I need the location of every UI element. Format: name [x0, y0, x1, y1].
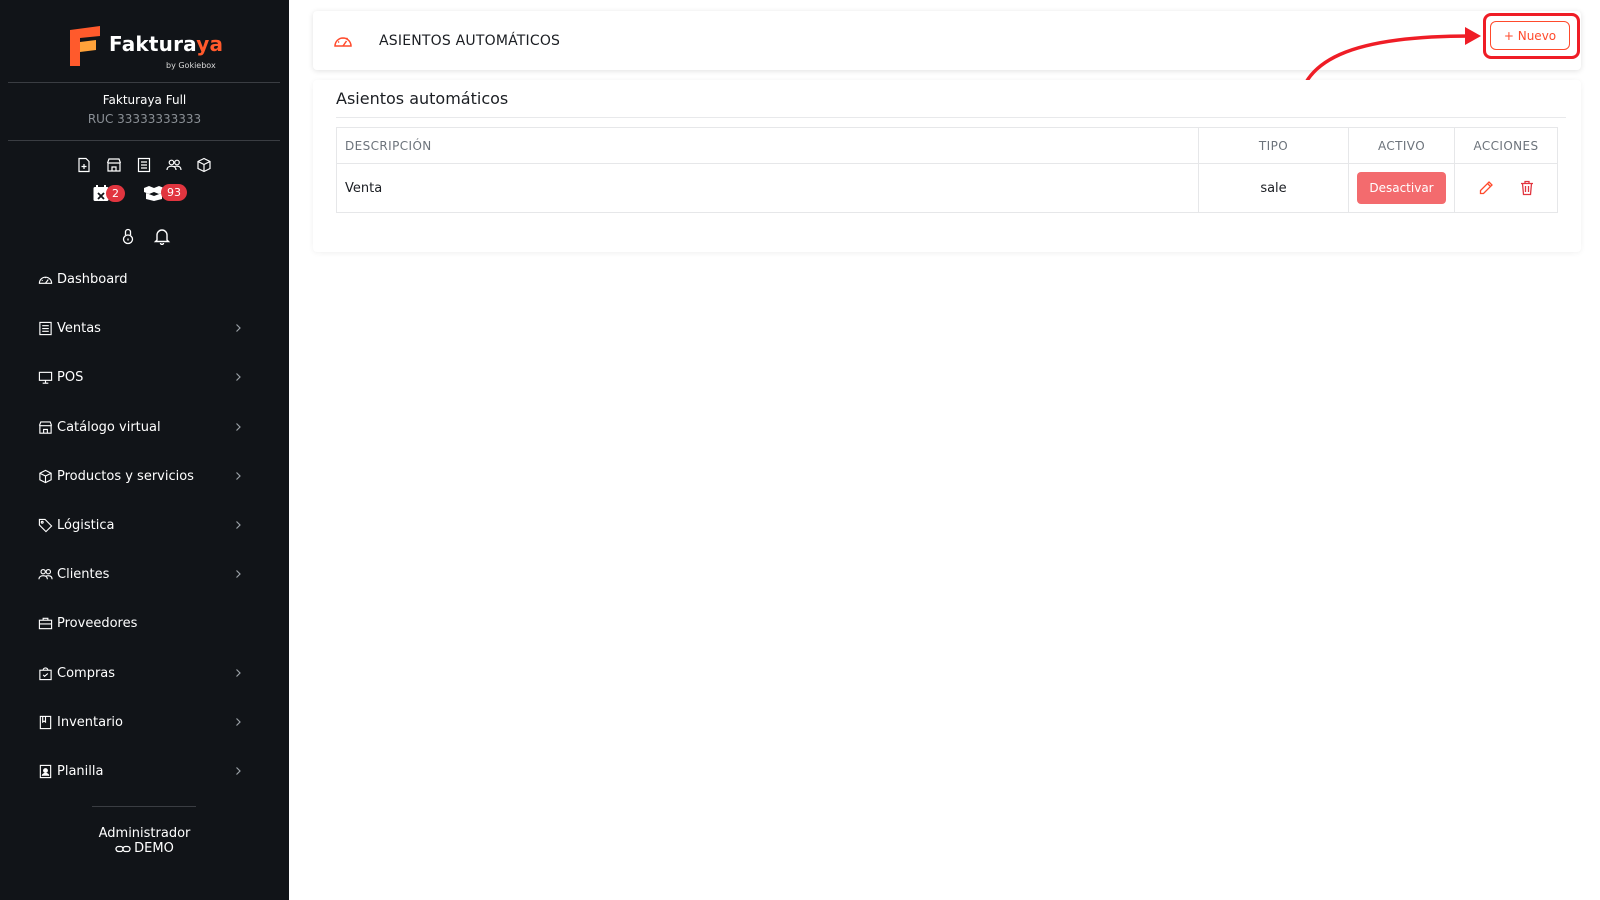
sidebar-item-catalogo-virtual[interactable]: Catálogo virtual [38, 414, 248, 463]
column-header-acciones: ACCIONES [1454, 127, 1558, 164]
box-icon [39, 469, 52, 483]
sidebar-item-productos-servicios[interactable]: Productos y servicios [38, 463, 248, 512]
lock-icon[interactable] [121, 227, 135, 245]
id-card-icon [39, 764, 52, 779]
chevron-right-icon [236, 717, 241, 726]
sidebar-item-label: Inventario [57, 714, 123, 730]
shopping-bag-icon [39, 666, 52, 680]
sidebar-item-label: Proveedores [57, 616, 138, 632]
page-title: ASIENTOS AUTOMÁTICOS [379, 33, 561, 49]
cell-tipo: sale [1198, 163, 1349, 213]
calendar-count-badge: 2 [106, 184, 125, 202]
chevron-right-icon [236, 324, 241, 333]
sidebar-item-logistica[interactable]: Lógistica [38, 512, 248, 561]
divider [8, 140, 280, 141]
receipt-icon[interactable] [136, 157, 152, 173]
company-ruc: RUC 33333333333 [87, 112, 202, 126]
cell-acciones [1454, 163, 1558, 213]
sidebar-item-label: Productos y servicios [57, 468, 194, 484]
column-header-tipo: TIPO [1198, 127, 1349, 164]
speedometer-icon [334, 37, 352, 47]
sidebar-item-dashboard[interactable]: Dashboard [38, 266, 248, 315]
store-icon[interactable] [106, 157, 122, 173]
sidebar: Fakturaya by Gokiebox Fakturaya Full RUC… [0, 0, 289, 900]
sidebar-menu: Dashboard Ventas POS Catálogo virtual Pr… [38, 266, 248, 807]
table-row: Venta sale Desactivar [336, 163, 1558, 213]
users-icon [38, 569, 53, 580]
sidebar-item-label: Planilla [57, 763, 104, 779]
sidebar-item-ventas[interactable]: Ventas [38, 315, 248, 364]
deactivate-button[interactable]: Desactivar [1357, 172, 1446, 204]
monitor-icon [38, 372, 53, 385]
sidebar-item-label: POS [57, 370, 84, 386]
chevron-right-icon [236, 766, 241, 775]
briefcase-icon [38, 618, 53, 630]
user-actions [121, 227, 171, 245]
row-actions [1463, 180, 1549, 196]
user-role: Administrador [98, 826, 191, 841]
sidebar-item-compras[interactable]: Compras [38, 660, 248, 709]
brand-name: Fakturaya [109, 32, 224, 56]
users-icon[interactable] [166, 157, 182, 173]
automatic-entries-table: DESCRIPCIÓN TIPO ACTIVO ACCIONES Venta s… [336, 127, 1558, 213]
chevron-right-icon [236, 521, 241, 529]
sidebar-item-label: Dashboard [57, 272, 128, 287]
boxes-badge-group[interactable]: 93 [143, 184, 187, 201]
content-card: Asientos automáticos DESCRIPCIÓN TIPO AC… [313, 80, 1581, 252]
speedometer-icon [38, 276, 53, 284]
company-name: Fakturaya Full [102, 93, 187, 107]
table-header-row: DESCRIPCIÓN TIPO ACTIVO ACCIONES [336, 127, 1558, 164]
column-header-descripcion: DESCRIPCIÓN [336, 127, 1199, 164]
sidebar-item-planilla[interactable]: Planilla [38, 758, 248, 807]
sidebar-item-label: Clientes [57, 567, 110, 583]
bell-icon[interactable] [153, 227, 171, 245]
pencil-icon[interactable] [1478, 180, 1494, 196]
brand-logo[interactable]: Fakturaya by Gokiebox [68, 24, 228, 74]
section-title: Asientos automáticos [336, 89, 509, 108]
sidebar-item-label: Catálogo virtual [57, 419, 161, 435]
sidebar-item-inventario[interactable]: Inventario [38, 709, 248, 758]
divider [92, 806, 196, 807]
book-icon [39, 715, 52, 729]
brand-byline: by Gokiebox [166, 61, 216, 70]
trash-icon[interactable] [1520, 180, 1534, 196]
fakturaya-logo-icon [70, 26, 100, 66]
highlight-annotation [1483, 13, 1580, 59]
chevron-right-icon [236, 373, 241, 382]
cell-descripcion: Venta [336, 163, 1199, 213]
sidebar-item-pos[interactable]: POS [38, 364, 248, 413]
sidebar-item-proveedores[interactable]: Proveedores [38, 610, 248, 659]
sidebar-item-label: Ventas [57, 321, 101, 337]
sidebar-item-clientes[interactable]: Clientes [38, 561, 248, 610]
link-icon [115, 845, 131, 853]
chevron-right-icon [236, 668, 241, 677]
calendar-badge-group[interactable]: 2 [92, 184, 125, 202]
receipt-icon [39, 322, 52, 336]
quick-access-icons [76, 157, 212, 173]
column-header-activo: ACTIVO [1348, 127, 1455, 164]
sidebar-item-label: Compras [57, 665, 116, 681]
tag-icon [38, 518, 53, 533]
store-icon [38, 420, 53, 434]
box-icon[interactable] [196, 157, 212, 173]
sidebar-item-label: Lógistica [57, 517, 115, 533]
divider [8, 82, 280, 83]
chevron-right-icon [236, 422, 241, 431]
notification-badges: 2 93 [92, 184, 202, 210]
divider [336, 117, 1566, 118]
chevron-right-icon [236, 570, 241, 579]
user-name: DEMO [134, 841, 174, 856]
cell-activo: Desactivar [1348, 163, 1455, 213]
chevron-right-icon [236, 471, 241, 480]
user-name-link[interactable]: DEMO [0, 841, 289, 856]
boxes-count-badge: 93 [161, 184, 187, 201]
file-plus-icon[interactable] [76, 157, 92, 173]
